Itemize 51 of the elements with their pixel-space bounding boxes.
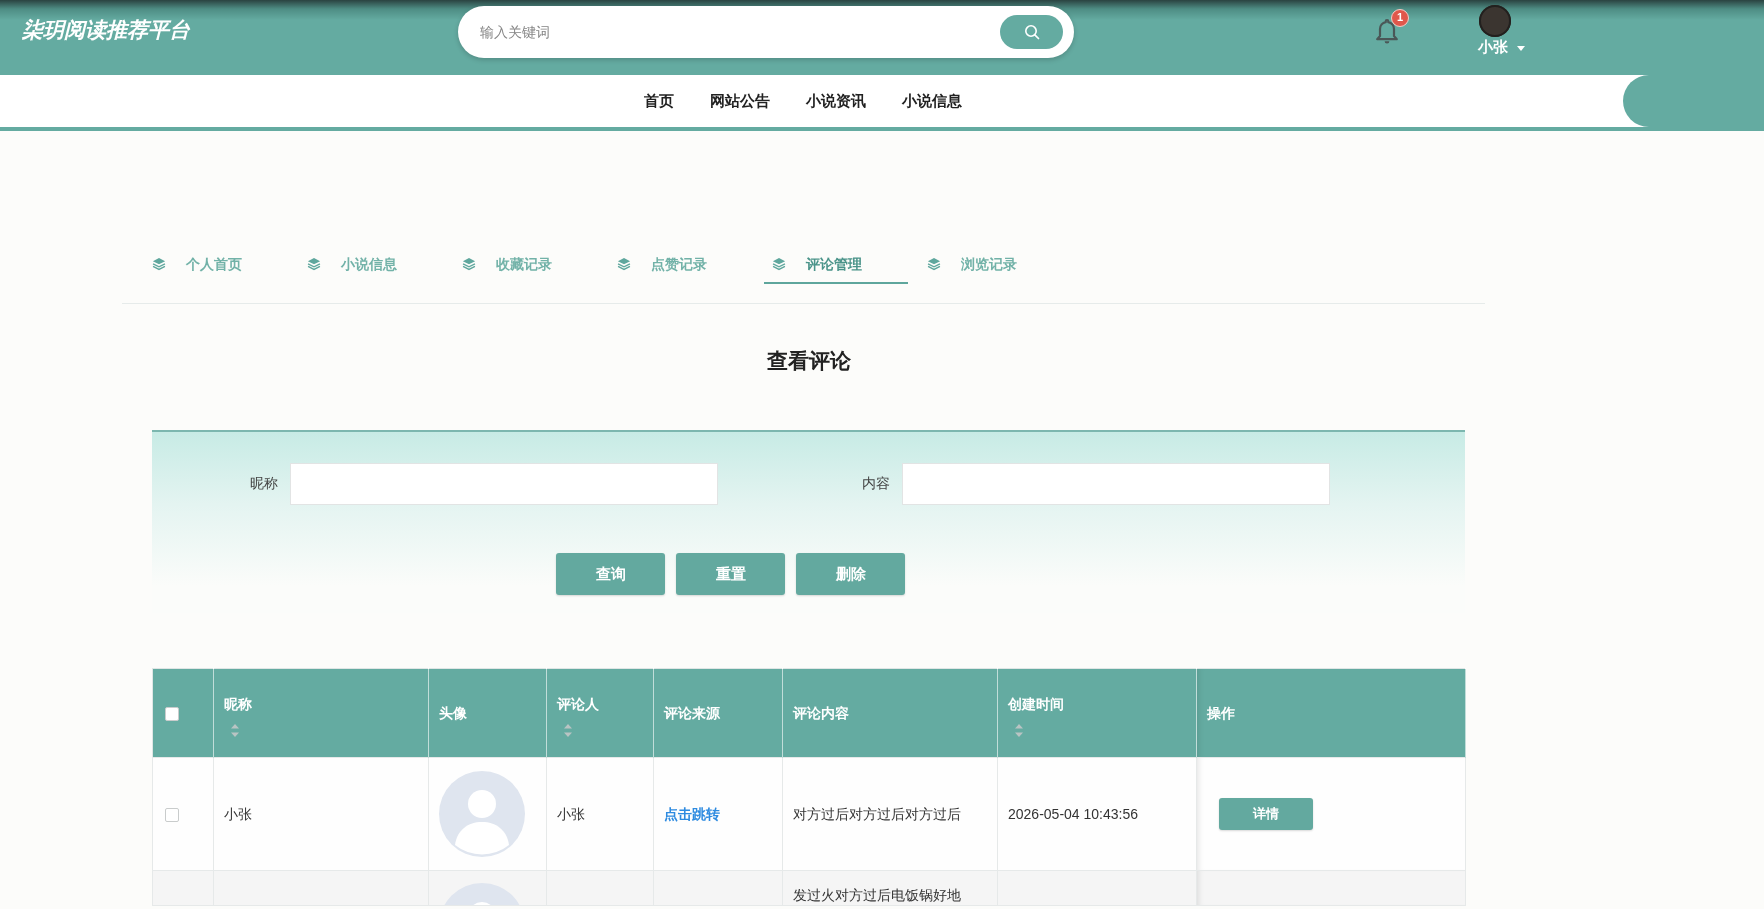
tab[interactable]: 收藏记录 bbox=[454, 245, 598, 284]
checkbox[interactable] bbox=[165, 707, 179, 722]
delete-button[interactable]: 删除 bbox=[796, 553, 905, 595]
page-title: 查看评论 bbox=[766, 348, 851, 374]
tab[interactable]: 评论管理 bbox=[764, 245, 908, 284]
tab[interactable]: 个人首页 bbox=[144, 245, 288, 284]
logo-text: 柒玥阅读推荐平台 bbox=[21, 17, 191, 43]
nav-link[interactable]: 小说信息 bbox=[902, 91, 962, 111]
layers-icon bbox=[152, 257, 166, 271]
notification-badge: 1 bbox=[1391, 9, 1409, 27]
sort-icon[interactable] bbox=[231, 723, 239, 737]
user-avatar[interactable] bbox=[1479, 5, 1511, 37]
input-field[interactable] bbox=[902, 463, 1330, 505]
caret-icon[interactable] bbox=[1517, 45, 1525, 51]
details-button[interactable]: 详情 bbox=[1219, 798, 1313, 830]
tab[interactable]: 浏览记录 bbox=[919, 245, 1063, 284]
search-icon bbox=[1023, 24, 1040, 40]
layers-icon bbox=[772, 257, 786, 271]
sort-icon[interactable] bbox=[564, 723, 572, 737]
field-label: 内容 bbox=[861, 475, 890, 493]
table-cell: 2026-05-04 10:43:56 bbox=[997, 757, 1197, 871]
column-header: 操作 bbox=[1207, 704, 1235, 723]
column-header: 创建时间 bbox=[1008, 694, 1064, 714]
table-cell: 小张 bbox=[546, 757, 654, 871]
reset-button[interactable]: 重置 bbox=[676, 553, 785, 595]
table-cell: 发过火对方过后电饭锅好地 bbox=[782, 870, 998, 906]
column-header: 评论来源 bbox=[664, 704, 720, 723]
column-header: 评论人 bbox=[557, 694, 599, 714]
layers-icon bbox=[617, 257, 631, 271]
nav-link[interactable]: 网站公告 bbox=[710, 91, 770, 111]
table-cell: 对方过后对方过后对方过后 bbox=[782, 757, 998, 871]
column-header: 评论内容 bbox=[793, 704, 849, 723]
column-header: 昵称 bbox=[224, 694, 252, 714]
source-link[interactable]: 点击跳转 bbox=[664, 806, 720, 822]
person-silhouette-icon bbox=[439, 771, 525, 857]
tab[interactable]: 小说信息 bbox=[299, 245, 443, 284]
layers-icon bbox=[462, 257, 476, 271]
layers-icon bbox=[927, 257, 941, 271]
nav-link[interactable]: 首页 bbox=[644, 91, 674, 111]
nav-link[interactable]: 小说资讯 bbox=[806, 91, 866, 111]
tab[interactable]: 点赞记录 bbox=[609, 245, 753, 284]
layers-icon bbox=[307, 257, 321, 271]
sort-icon[interactable] bbox=[1015, 723, 1023, 737]
checkbox[interactable] bbox=[165, 808, 179, 823]
field-label: 昵称 bbox=[249, 475, 278, 493]
table-cell: 小张 bbox=[213, 757, 429, 871]
user-name[interactable]: 小张 bbox=[1478, 38, 1508, 56]
search-button[interactable]: 查询 bbox=[556, 553, 665, 595]
input-field[interactable] bbox=[290, 463, 718, 505]
search-field[interactable]: 输入关键词 bbox=[458, 6, 1074, 58]
column-header: 头像 bbox=[439, 704, 467, 723]
